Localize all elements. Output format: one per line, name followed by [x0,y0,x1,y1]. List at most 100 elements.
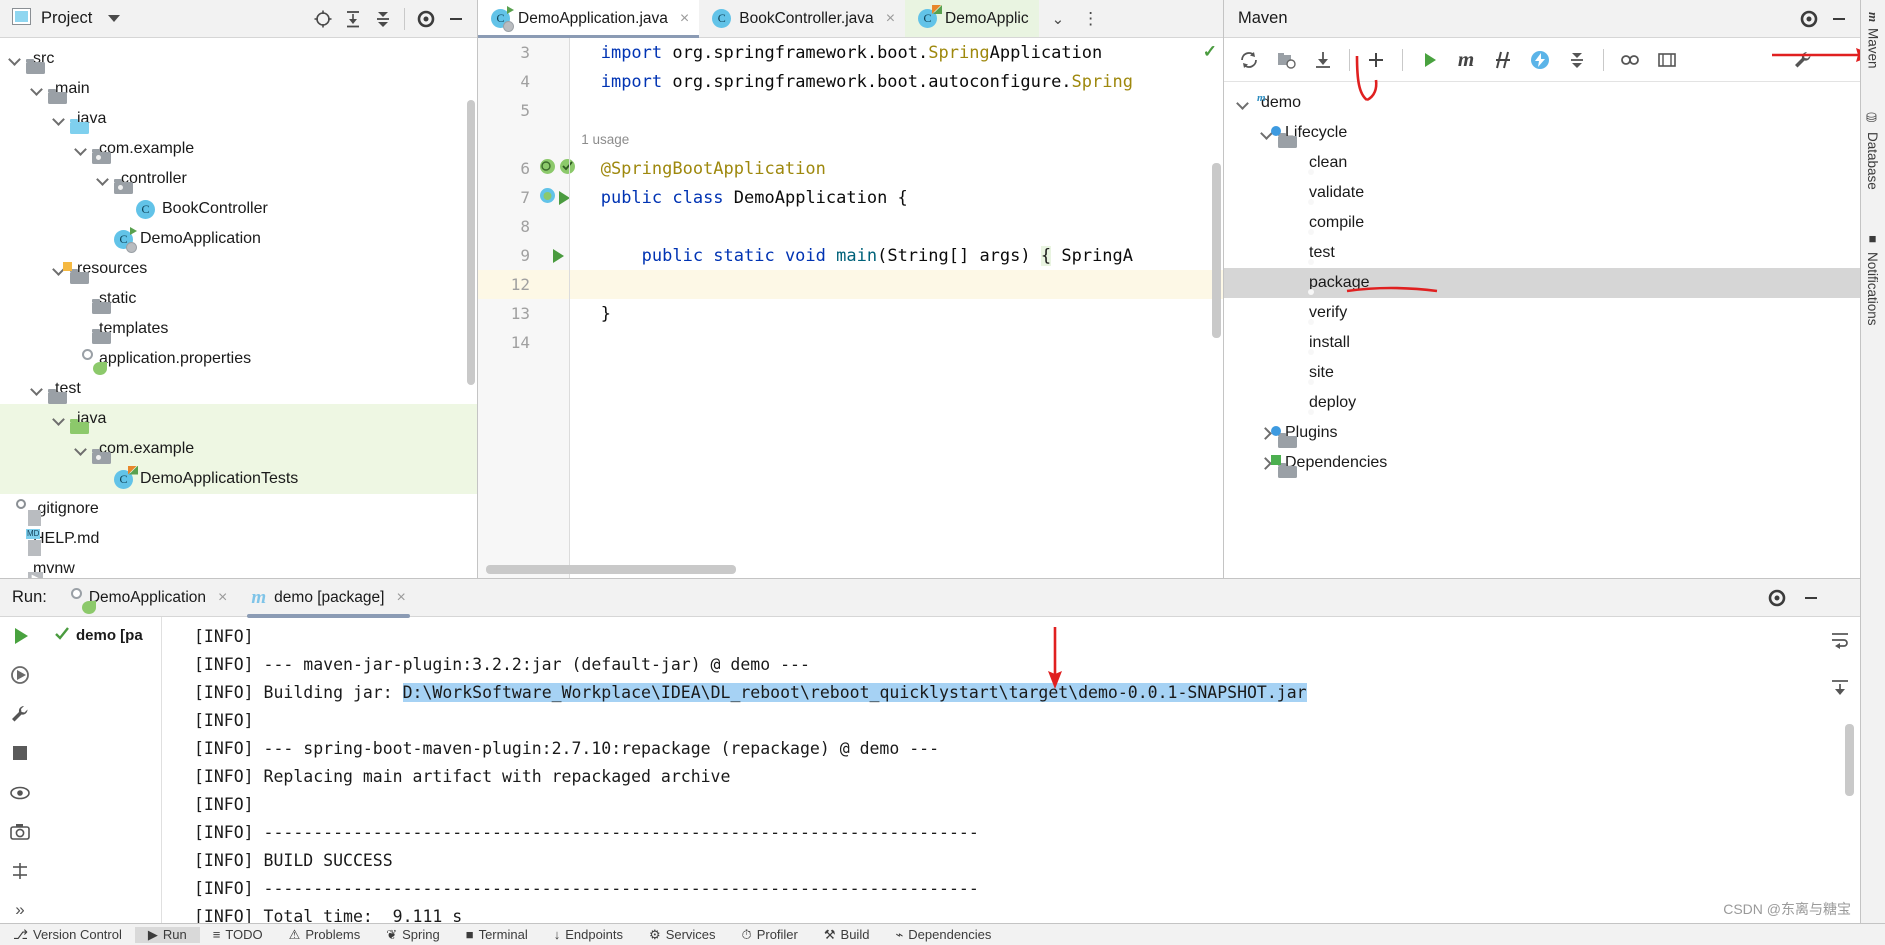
settings-wrench-icon[interactable] [5,702,35,727]
run-tab[interactable]: DemoApplication × [69,579,240,617]
minimize-icon[interactable] [1824,4,1854,34]
stop-icon[interactable] [5,741,35,766]
gutter-marker-area[interactable] [536,158,575,180]
gear-icon[interactable] [1794,4,1824,34]
chevron-down-icon[interactable] [50,410,68,428]
run-gutter-icon[interactable] [553,248,564,263]
editor-gutter-row[interactable]: 12 [478,270,570,299]
maven-goal-icon[interactable]: m [1449,43,1483,77]
chevron-down-icon[interactable] [28,380,46,398]
gutter-marker-area[interactable] [536,248,570,263]
tool-window-tab-maven[interactable]: m Maven [1861,4,1885,77]
download-sources-icon[interactable] [1306,43,1340,77]
chevron-down-icon[interactable] [1234,94,1252,112]
maven-tree-row[interactable]: Dependencies [1224,448,1860,478]
maven-goals-tree[interactable]: m demo Lifecycle clean validate compile test pa… [1224,82,1860,478]
editor-code-line[interactable] [570,212,1223,241]
editor-code-line[interactable]: import org.springframework.boot.SpringAp… [570,38,1223,67]
editor-gutter-row[interactable]: 6 [478,154,575,183]
editor-gutter-row[interactable]: 8 [478,212,570,241]
editor-tab[interactable]: C BookController.java × [699,0,905,37]
status-bar-item-run[interactable]: ▶ Run [134,926,200,943]
show-diagram-icon[interactable] [1650,43,1684,77]
editor-tab[interactable]: C DemoApplic [905,0,1039,37]
status-bar-item-build[interactable]: ⚒ Build [811,927,883,943]
project-tree-row[interactable]: resources [0,254,477,284]
editor-code-line[interactable]: public static void main(String[] args) {… [570,241,1223,270]
editor-gutter-row[interactable]: 13 [478,299,570,328]
more-options-icon[interactable]: ⋮ [1075,10,1106,27]
status-bar-item-terminal[interactable]: ■ Terminal [453,927,541,942]
status-bar[interactable]: ⎇ Version Control ▶ Run ≡ TODO ⚠ Problems ❦ Sprin… [0,923,1885,945]
close-icon[interactable]: × [886,10,895,28]
thread-dump-icon[interactable] [5,859,35,884]
gutter-marker-area[interactable] [536,187,570,209]
editor-code-line[interactable]: @SpringBootApplication [570,154,1223,183]
collapse-all-icon[interactable] [368,4,398,34]
maven-tree-row[interactable]: Lifecycle [1224,118,1860,148]
project-tree-row[interactable]: src [0,44,477,74]
editor-code-line[interactable]: } [570,299,1223,328]
status-bar-item-spring[interactable]: ❦ Spring [373,927,452,943]
tool-window-tab-database[interactable]: ⛁ Database [1861,103,1884,198]
editor-gutter-row[interactable]: 7 [478,183,570,212]
settings-wrench-icon[interactable] [1786,43,1820,77]
skip-tests-icon[interactable] [1486,43,1520,77]
editor-gutter-row[interactable]: 14 [478,328,570,357]
minimize-icon[interactable] [1796,583,1826,613]
add-maven-project-icon[interactable] [1269,43,1303,77]
maven-toolbar[interactable]: m [1224,38,1860,82]
run-left-toolbar[interactable]: » [0,617,40,923]
spring-boot-bean-icon[interactable] [539,187,556,209]
profiles-icon[interactable] [1613,43,1647,77]
project-tree-row[interactable]: application.properties [0,344,477,375]
maven-tree-row[interactable]: install [1224,328,1860,358]
project-tree-row[interactable]: test [0,374,477,404]
status-bar-item-services[interactable]: ⚙ Services [636,927,729,943]
chevron-down-icon[interactable] [72,140,90,158]
run-icon[interactable] [1412,43,1446,77]
editor-code-line[interactable] [570,270,1223,299]
maven-tree-row[interactable]: deploy [1224,388,1860,418]
close-icon[interactable]: × [680,10,689,28]
gear-icon[interactable] [1762,583,1792,613]
status-bar-item-problems[interactable]: ⚠ Problems [276,927,374,943]
toggle-offline-icon[interactable] [1523,43,1557,77]
project-tree-row[interactable]: .gitignore [0,494,477,526]
editor-tab[interactable]: C DemoApplication.java × [478,0,700,38]
maven-tree-row[interactable]: validate [1224,178,1860,208]
maven-tree-row[interactable]: verify [1224,298,1860,328]
gear-icon[interactable] [411,4,441,34]
editor-gutter-row[interactable] [478,125,570,154]
project-tree-scrollbar[interactable] [467,100,475,385]
editor-horizontal-scrollbar[interactable] [486,565,736,574]
tool-window-tab-notifications[interactable]: ■ Notifications [1861,223,1884,334]
editor-tab-bar[interactable]: C DemoApplication.java × C BookController.ja… [478,0,1223,38]
chevron-down-icon[interactable] [28,80,46,98]
run-tab-bar[interactable]: DemoApplication × m demo [package] × [69,579,418,618]
status-bar-item-profiler[interactable]: ⏱ Profiler [729,927,811,943]
chevron-down-icon[interactable] [108,15,121,22]
right-tool-window-strip[interactable]: m Maven ⛁ Database ■ Notifications [1860,0,1885,923]
close-icon[interactable]: × [218,589,227,607]
editor-vertical-scrollbar[interactable] [1212,163,1221,338]
expand-all-icon[interactable] [338,4,368,34]
editor-gutter[interactable]: 3 4 5 6 7 8 9 12 13 14 [478,38,575,578]
project-tree-row[interactable]: controller [0,164,477,194]
chevron-down-icon[interactable]: ⌄ [1045,10,1072,28]
chevron-down-icon[interactable] [72,440,90,458]
project-tree-row[interactable]: com.example [0,434,477,464]
editor-code-line[interactable]: 1 usage [570,125,1223,154]
project-tree-row[interactable]: static [0,284,477,314]
run-right-toolbar[interactable] [1820,617,1860,923]
run-tree-item[interactable]: demo [pa [40,625,161,645]
expand-icon[interactable]: » [5,898,35,923]
editor-gutter-row[interactable]: 4 [478,67,570,96]
chevron-down-icon[interactable] [94,170,112,188]
project-tree-row[interactable]: main [0,74,477,104]
rerun-failed-icon[interactable] [5,662,35,687]
maven-tree-row[interactable]: site [1224,358,1860,388]
editor-code-line[interactable]: public class DemoApplication { [570,183,1223,212]
editor-code-line[interactable] [570,96,1223,125]
editor-code-line[interactable] [570,328,1223,357]
